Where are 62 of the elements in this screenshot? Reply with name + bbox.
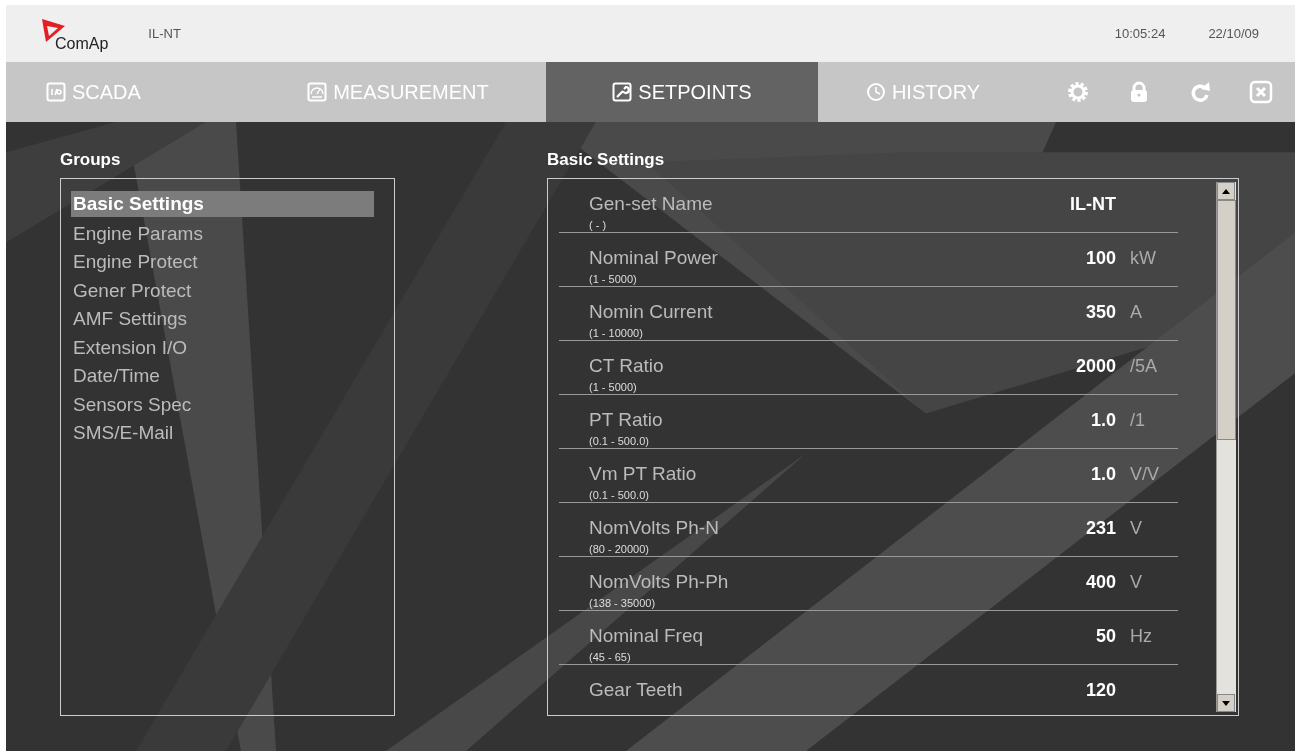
io-icon	[46, 82, 66, 102]
setpoint-unit: Hz	[1130, 626, 1152, 646]
logo-text: ComAp	[55, 34, 109, 53]
group-item[interactable]: SMS/E-Mail	[71, 419, 374, 448]
setpoint-name: Nominal Freq	[589, 625, 705, 647]
setpoint-name: Gen-set Name	[589, 193, 714, 215]
group-item[interactable]: Date/Time	[71, 362, 374, 391]
nav-tab[interactable]: SETPOINTS	[546, 62, 818, 122]
panel-title: Basic Settings	[547, 150, 666, 170]
setpoint-unit: V	[1130, 518, 1142, 538]
setpoint-unit: kW	[1130, 248, 1156, 268]
wrench-icon	[612, 82, 633, 102]
date-text: 22/10/09	[1208, 26, 1259, 41]
settings-icon[interactable]	[1066, 80, 1091, 104]
setpoint-range: (0.1 - 500.0)	[589, 489, 650, 501]
setpoint-name: Gear Teeth	[589, 679, 684, 701]
setpoint-name: Vm PT Ratio	[589, 463, 698, 485]
setpoint-name: Nomin Current	[589, 301, 714, 323]
setpoint-unit: /1	[1130, 410, 1145, 430]
setpoint-value[interactable]: IL-NT	[996, 193, 1116, 215]
setpoint-value[interactable]: 120	[996, 679, 1116, 701]
setpoint-name: PT Ratio	[589, 409, 664, 431]
setpoint-range: (1 - 5000)	[589, 381, 638, 393]
scroll-down-icon[interactable]	[1222, 700, 1230, 706]
clock-icon	[865, 82, 886, 102]
setpoint-range: (1 - 10000)	[589, 327, 644, 339]
setpoint-range: (0.1 - 500.0)	[589, 435, 650, 447]
setpoint-range: (138 - 35000)	[589, 597, 657, 609]
setpoint-name: Nominal Power	[589, 247, 719, 269]
group-item[interactable]: Extension I/O	[71, 333, 374, 362]
setpoint-name: NomVolts Ph-N	[589, 517, 720, 539]
group-item[interactable]: Engine Protect	[71, 248, 374, 277]
setpoint-unit: A	[1130, 302, 1142, 322]
gauge-icon	[307, 82, 328, 102]
setpoint-value[interactable]: 100	[996, 247, 1116, 269]
setpoint-value[interactable]: 350	[996, 301, 1116, 323]
close-icon[interactable]	[1248, 80, 1273, 104]
setpoint-value[interactable]: 2000	[996, 355, 1116, 377]
setpoint-name: CT Ratio	[589, 355, 665, 377]
group-item[interactable]: Engine Params	[71, 219, 374, 248]
setpoint-unit: V	[1130, 572, 1142, 592]
setpoint-range: (45 - 65)	[589, 651, 632, 663]
group-item[interactable]: AMF Settings	[71, 305, 374, 334]
scroll-up-icon[interactable]	[1222, 188, 1230, 194]
setpoint-unit: /5A	[1130, 356, 1158, 376]
group-item[interactable]: Basic Settings	[71, 191, 374, 217]
setpoint-range: (1 - 5000)	[589, 273, 638, 285]
setpoint-value[interactable]: 400	[996, 571, 1116, 593]
setpoint-value[interactable]: 50	[996, 625, 1116, 647]
setpoint-value[interactable]: 1.0	[996, 463, 1116, 485]
setpoint-name: NomVolts Ph-Ph	[589, 571, 730, 593]
panel-title: Groups	[60, 150, 122, 170]
setpoint-range: (80 - 20000)	[589, 543, 650, 555]
clock-time: 10:05:24	[1114, 26, 1166, 41]
setpoint-value[interactable]: 1.0	[996, 409, 1116, 431]
group-item[interactable]: Gener Protect	[71, 276, 374, 305]
group-item[interactable]: Sensors Spec	[71, 390, 374, 419]
setpoint-range: ( - )	[589, 219, 608, 231]
setpoint-unit: V/V	[1130, 464, 1159, 484]
setpoint-value[interactable]: 231	[996, 517, 1116, 539]
scrollbar[interactable]	[1216, 182, 1236, 712]
device-name: IL-NT	[148, 26, 181, 41]
